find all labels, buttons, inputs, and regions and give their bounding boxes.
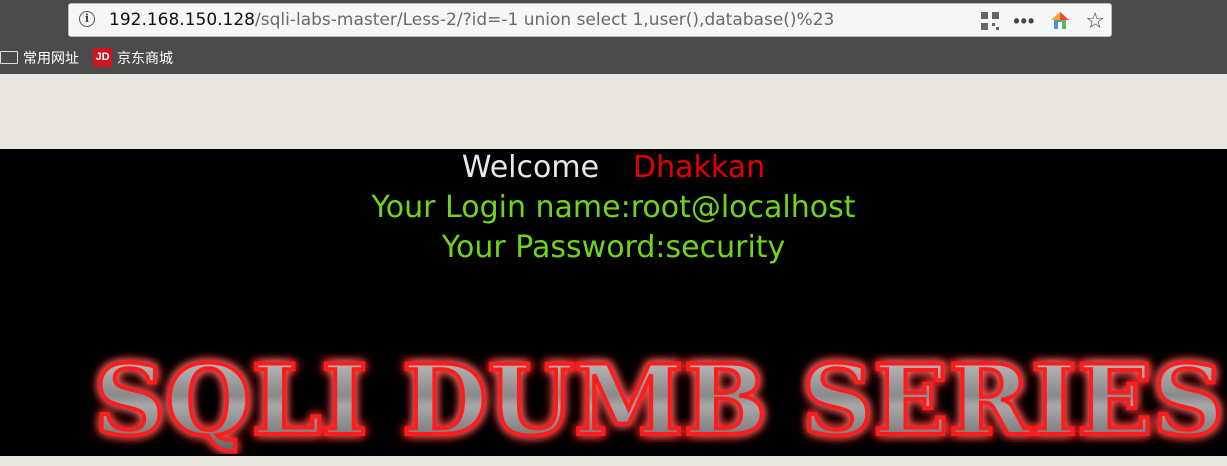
info-icon[interactable]: i [79,11,95,27]
address-bar-actions: ••• ☆ [981,8,1105,34]
banner-text: SQLI DUMB SERIES [94,344,1224,454]
more-icon[interactable]: ••• [1013,12,1035,30]
qr-code-icon[interactable] [981,12,1000,30]
bookmark-common-sites[interactable]: 常用网址 [0,48,79,68]
bookmark-jd-mall[interactable]: JD 京东商城 [93,48,173,68]
url-text[interactable]: 192.168.150.128/sqli-labs-master/Less-2/… [109,10,834,30]
address-bar[interactable]: i 192.168.150.128/sqli-labs-master/Less-… [68,3,1112,37]
welcome-message: Welcome Dhakkan [0,150,1227,186]
home-icon[interactable] [1049,10,1071,32]
bookmark-label: 京东商城 [117,50,173,67]
user-name: Dhakkan [633,150,766,185]
browser-toolbar: i 192.168.150.128/sqli-labs-master/Less-… [0,0,1227,74]
sqli-dumb-series-banner: SQLI DUMB SERIES [92,342,1226,454]
jd-icon: JD [93,48,112,67]
page-footer-area [0,456,1227,466]
page-header-area [0,74,1227,149]
password-result: Your Password:security [441,230,786,265]
folder-icon [0,51,18,64]
url-host: 192.168.150.128 [109,10,256,30]
bookmarks-bar: 常用网址 JD 京东商城 [0,42,1227,73]
star-icon[interactable]: ☆ [1085,10,1105,32]
welcome-label: Welcome [461,150,600,185]
login-name-result: Your Login name:root@localhost [371,190,856,225]
bookmark-label: 常用网址 [23,50,79,67]
url-path: /sqli-labs-master/Less-2/?id=-1 union se… [255,10,835,30]
